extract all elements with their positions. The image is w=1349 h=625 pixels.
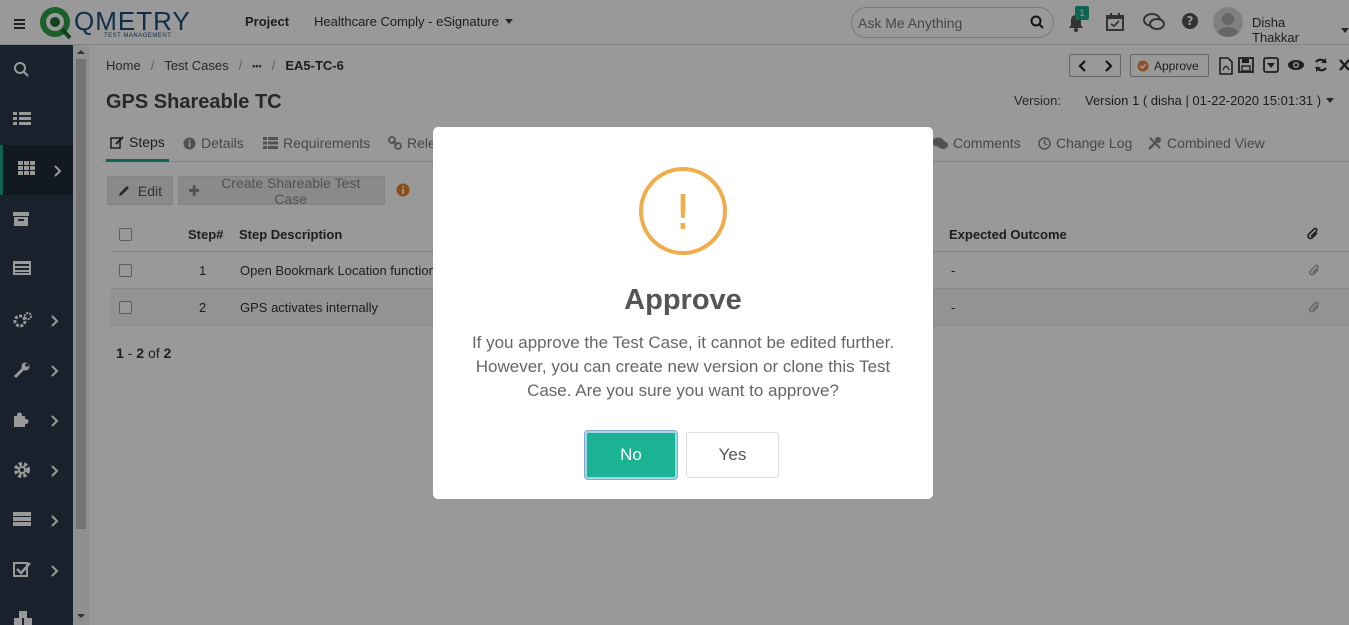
warning-glyph: !: [673, 185, 692, 241]
approve-dialog: ! Approve If you approve the Test Case, …: [433, 127, 933, 499]
yes-button[interactable]: Yes: [686, 432, 779, 478]
no-button[interactable]: No: [585, 431, 677, 479]
dialog-message: If you approve the Test Case, it cannot …: [471, 333, 895, 400]
warning-icon: !: [638, 166, 728, 256]
dialog-title: Approve: [624, 284, 742, 316]
